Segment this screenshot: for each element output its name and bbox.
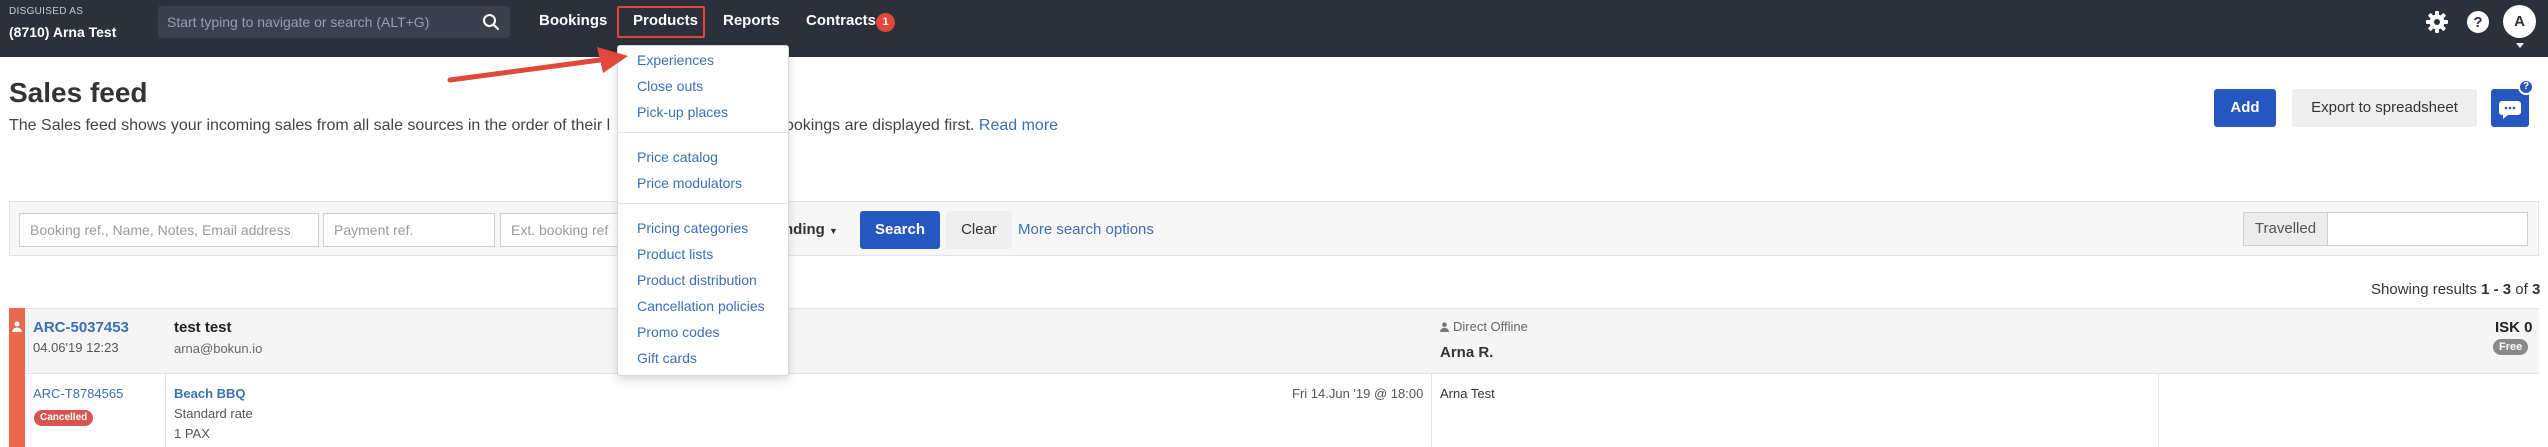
account-name[interactable]: (8710) Arna Test [9, 24, 116, 40]
status-badge: Cancelled [34, 410, 94, 426]
page-description-tail: ookings are displayed first. [785, 117, 975, 134]
travelled-label: Travelled [2243, 212, 2328, 246]
page-title: Sales feed [9, 77, 148, 108]
gear-icon[interactable] [2425, 10, 2449, 37]
column-divider [1431, 373, 1432, 447]
nav-search [158, 6, 510, 38]
menu-item-product-lists[interactable]: Product lists [637, 246, 713, 262]
results-of: of [2515, 281, 2528, 298]
person-icon [12, 319, 22, 335]
customer-name: test test [174, 319, 232, 336]
ext-booking-ref-input[interactable] [500, 213, 620, 247]
travelled-date-input[interactable] [2328, 212, 2528, 246]
payment-ref-input[interactable] [323, 213, 495, 247]
contracts-badge: 1 [876, 13, 895, 32]
chat-help-badge: ? [2518, 79, 2534, 95]
nav-bookings[interactable]: Bookings [539, 12, 607, 29]
booking-source: Direct Offline [1440, 319, 1528, 335]
booking-price: ISK 0 [2495, 319, 2533, 336]
menu-divider [618, 203, 788, 204]
search-icon[interactable] [482, 13, 500, 34]
page-description-end: ookings are displayed first. Read more [785, 117, 1058, 135]
menu-item-gift-cards[interactable]: Gift cards [637, 350, 697, 366]
booking-date: 04.06'19 12:23 [33, 340, 119, 355]
menu-item-close-outs[interactable]: Close outs [637, 78, 703, 94]
product-rate: Standard rate [174, 406, 253, 421]
booking-row[interactable] [9, 308, 2539, 373]
product-link[interactable]: Beach BBQ [174, 386, 246, 401]
column-divider [165, 373, 166, 447]
booking-agent: Arna R. [1440, 344, 1494, 361]
avatar[interactable]: A [2503, 5, 2536, 38]
menu-item-product-distribution[interactable]: Product distribution [637, 272, 757, 288]
sort-dropdown[interactable]: nding ▼ [784, 221, 838, 238]
results-prefix: Showing results [2371, 281, 2477, 298]
nav-reports[interactable]: Reports [723, 12, 780, 29]
item-customer: Arna Test [1440, 386, 1495, 401]
nav-products[interactable]: Products [633, 12, 698, 29]
menu-item-promo-codes[interactable]: Promo codes [637, 324, 719, 340]
nav-contracts[interactable]: Contracts [806, 12, 876, 29]
menu-item-pricing-categories[interactable]: Pricing categories [637, 220, 748, 236]
product-pax: 1 PAX [174, 426, 210, 441]
column-divider [2158, 373, 2159, 447]
booking-ref-input[interactable] [19, 213, 319, 247]
search-button[interactable]: Search [860, 211, 940, 249]
menu-item-cancellation-policies[interactable]: Cancellation policies [637, 298, 765, 314]
help-icon[interactable]: ? [2466, 10, 2490, 37]
products-dropdown-menu: Experiences Close outs Pick-up places Pr… [617, 45, 789, 376]
payment-status-badge: Free [2493, 339, 2529, 355]
menu-divider [618, 132, 788, 133]
add-button[interactable]: Add [2214, 89, 2276, 127]
disguised-label: DISGUISED AS [9, 6, 84, 17]
sort-label: nding [784, 221, 825, 238]
booking-item-row[interactable] [9, 373, 2539, 447]
chevron-down-icon[interactable] [2516, 43, 2524, 48]
results-range: 1 - 3 [2481, 281, 2512, 298]
user-icon [1440, 320, 1449, 335]
customer-email: arna@bokun.io [174, 341, 263, 356]
menu-item-pickup-places[interactable]: Pick-up places [637, 104, 728, 120]
page-description: The Sales feed shows your incoming sales… [9, 117, 611, 134]
caret-down-icon: ▼ [829, 226, 838, 236]
more-search-options-link[interactable]: More search options [1018, 221, 1154, 238]
item-ref-link[interactable]: ARC-T8784565 [33, 386, 123, 401]
svg-text:?: ? [2473, 14, 2482, 31]
menu-item-price-modulators[interactable]: Price modulators [637, 175, 742, 191]
results-count: Showing results 1 - 3 of 3 [2371, 281, 2540, 298]
menu-item-experiences[interactable]: Experiences [637, 52, 714, 68]
booking-source-label: Direct Offline [1453, 319, 1528, 334]
nav-search-input[interactable] [158, 14, 468, 30]
menu-item-price-catalog[interactable]: Price catalog [637, 149, 718, 165]
product-datetime: Fri 14.Jun '19 @ 18:00 [1292, 386, 1424, 401]
export-spreadsheet-button[interactable]: Export to spreadsheet [2292, 89, 2477, 127]
read-more-link[interactable]: Read more [979, 117, 1058, 134]
results-total: 3 [2531, 281, 2541, 298]
booking-ref-link[interactable]: ARC-5037453 [33, 319, 129, 336]
clear-button[interactable]: Clear [946, 211, 1012, 249]
